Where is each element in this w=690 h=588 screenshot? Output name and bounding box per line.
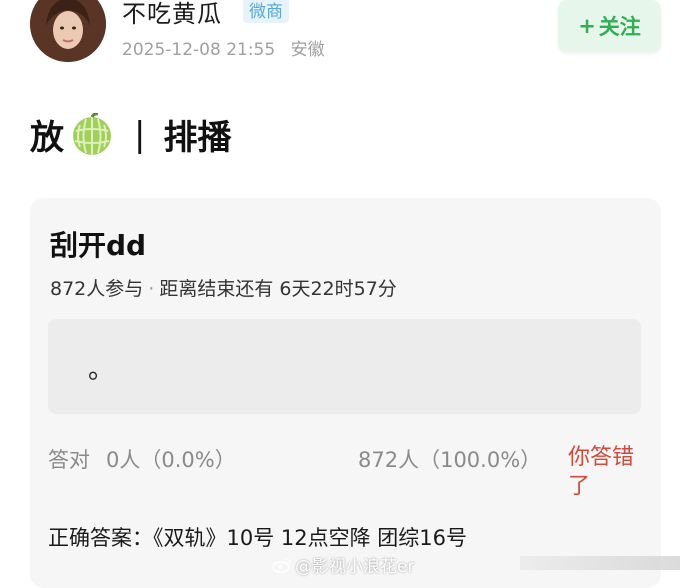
correct-label: 答对	[48, 448, 90, 472]
poll-option[interactable]: 。	[48, 319, 641, 414]
poll-title: 刮开dd	[50, 229, 147, 262]
merchant-badge: 微商	[243, 0, 289, 23]
poll-card: 刮开dd 872人参与 · 距离结束还有 6天22时57分 。 答对 0人（0.0%）…	[30, 198, 661, 588]
user-answer-status: 你答错了	[568, 445, 635, 499]
poll-stats-dot: ·	[148, 278, 155, 300]
location: 安徽	[290, 40, 325, 60]
follow-label: 关注	[598, 15, 641, 39]
watermark: @影视小浪花er	[272, 552, 414, 577]
avatar[interactable]	[30, 0, 106, 62]
post-separator: |	[134, 114, 146, 155]
post-text-before: 放	[30, 118, 64, 158]
plus-icon: +	[578, 14, 596, 38]
correct-answer: 正确答案：《双轨》10号 12点空降 团综16号	[48, 526, 468, 550]
post-text: 放 | 排播	[30, 110, 231, 159]
melon-icon	[70, 111, 114, 157]
correct-value: 0人（0.0%）	[106, 448, 236, 472]
post-text-after: 排播	[163, 118, 232, 158]
follow-button[interactable]: + 关注	[558, 0, 661, 52]
poll-result-wrong: 872人（100.0%）	[358, 448, 542, 472]
timestamp: 2025-12-08 21:55	[122, 40, 276, 60]
poll-option-text: 。	[88, 355, 115, 385]
poll-countdown: 距离结束还有 6天22时57分	[159, 278, 397, 300]
weibo-icon	[272, 557, 291, 573]
watermark-text: @影视小浪花er	[295, 557, 415, 577]
poll-participants: 872人参与	[50, 278, 144, 300]
poll-result-correct: 答对 0人（0.0%）	[48, 444, 236, 474]
username[interactable]: 不吃黄瓜	[122, 0, 222, 29]
watermark-blur	[520, 556, 680, 570]
post-meta: 2025-12-08 21:55 安徽	[122, 35, 325, 60]
poll-stats: 872人参与 · 距离结束还有 6天22时57分	[50, 274, 397, 301]
